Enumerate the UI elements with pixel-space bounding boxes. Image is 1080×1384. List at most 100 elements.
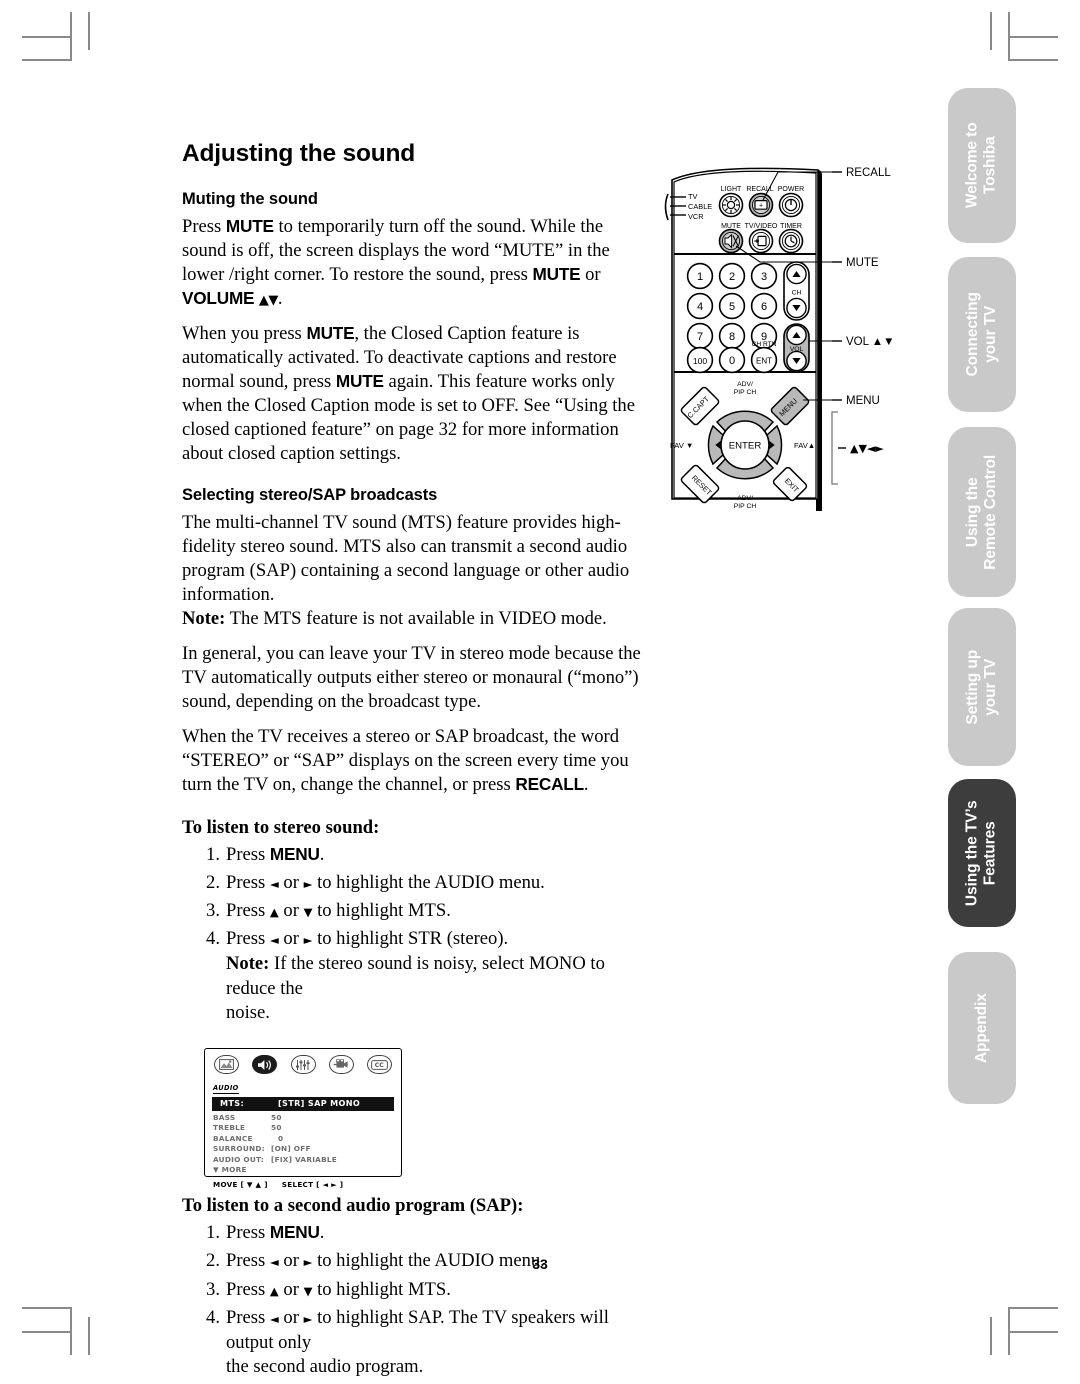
sidebar-tab-label: Using the Remote Control [963,454,1000,570]
procedure-steps-sap: Press MENU. Press ◄ or ► to highlight th… [182,1221,652,1380]
paragraph-stereo-note: Note: The MTS feature is not available i… [182,607,607,629]
volume-rocker: VOL [783,323,810,373]
svg-text:LIGHT: LIGHT [721,186,742,193]
callout-label-menu: MENU [846,395,880,407]
menu-row-label: AUDIO OUT: [213,1154,264,1164]
svg-text:4: 4 [697,301,703,313]
sidebar-tab-label: Welcome to Toshiba [963,122,999,209]
channel-rocker: CH [783,261,810,321]
menu-row-surround[interactable]: SURROUND: [ON] OFF [205,1144,401,1154]
svg-text:6: 6 [761,301,767,313]
sidebar-tab-welcome-to-toshiba[interactable]: Welcome to Toshiba [948,88,1016,243]
step-item: Press ▲ or ▼ to highlight MTS. [200,1278,451,1302]
crop-mark-bl-h [22,1307,72,1309]
menu-row-more[interactable]: ▼ MORE [205,1165,401,1175]
menu-row-label: BASS [213,1113,236,1123]
svg-text:2: 2 [729,271,735,283]
sidebar-tab-connecting-your-tv[interactable]: Connecting your TV [948,257,1016,412]
callout-label-vol: VOL ▲▼ [846,336,895,348]
svg-text:100: 100 [693,356,708,366]
svg-text:FAV ▼: FAV ▼ [670,441,693,450]
footer-select-hint: SELECT [ ◄ ► ] [281,1180,344,1190]
svg-text:ENT: ENT [756,356,772,365]
procedure-heading-sap: To listen to a second audio program (SAP… [182,1195,524,1217]
step-item: Press ◄ or ► to highlight SAP. The TV sp… [200,1306,609,1378]
callout-label-recall: RECALL [846,167,891,179]
closed-caption-icon: CC [367,1055,392,1075]
menu-row-audio-out[interactable]: AUDIO OUT: [FIX] VARIABLE [205,1155,401,1165]
menu-row-mts[interactable]: MTS: [STR] SAP MONO [212,1097,394,1112]
crop-mark-tl-edge [22,36,72,38]
menu-row-value: [STR] SAP MONO [278,1098,361,1109]
crop-mark-bl-edge [22,1331,72,1333]
menu-row-bass[interactable]: BASS 50 [205,1113,401,1123]
sidebar-tab-label: Connecting your TV [963,292,999,377]
svg-text:TV: TV [688,192,698,201]
sidebar-tabs: Welcome to Toshiba Connecting your TV Usin… [948,0,1018,1364]
footer-move-hint: MOVE [ ▼ ▲ ] [213,1180,268,1190]
audio-icon [252,1055,278,1075]
svg-text:CH: CH [792,289,802,296]
audio-menu-icon-row: CC [205,1049,401,1075]
crop-mark-tl-h [22,59,72,61]
step-item: Press ◄ or ► to highlight STR (stereo). N… [200,927,605,1024]
callout-label-mute: MUTE [846,257,879,269]
page-title: Adjusting the sound [182,140,416,167]
menu-row-value: [ON] OFF [271,1144,311,1154]
step-item: Press ▲ or ▼ to highlight MTS. [200,899,451,923]
crop-mark-bl-bleed [88,1317,90,1355]
crop-mark-tl-bleed [88,12,90,50]
paragraph-muting-1: Press MUTE to temporarily turn off the s… [182,216,610,309]
paragraph-muting-2: When you press MUTE, the Closed Caption … [182,322,635,464]
menu-row-label: BALANCE [213,1133,253,1143]
paragraph-stereo-3: When the TV receives a stereo or SAP bro… [182,725,629,795]
audio-menu-illustration: CC AUDIO MTS: [STR] SAP MONO BASS 50 TRE… [204,1048,402,1189]
svg-text:1: 1 [697,271,703,283]
sidebar-tab-using-the-tvs-features[interactable]: Using the TV’s Features [948,779,1016,927]
sidebar-tab-setting-up-your-tv[interactable]: Setting up your TV [948,608,1016,766]
audio-menu-footer: MOVE [ ▼ ▲ ] SELECT [ ◄ ► ] [205,1175,401,1189]
svg-text:5: 5 [729,301,735,313]
audio-menu-title: AUDIO [213,1084,239,1094]
menu-row-value: [FIX] VARIABLE [271,1154,338,1164]
svg-text:POWER: POWER [778,186,804,193]
svg-text:ENTER: ENTER [729,441,762,452]
numeric-keypad: 1 2 3 4 5 6 7 8 9 100 0 CH RTN ENT [686,262,778,374]
svg-text:0: 0 [729,355,735,367]
svg-text:PIP CH: PIP CH [734,503,757,510]
section-heading-muting: Muting the sound [182,190,318,208]
step-item: Press MENU. [200,1221,325,1245]
sidebar-tab-appendix[interactable]: Appendix [948,952,1016,1104]
menu-row-treble[interactable]: TREBLE 50 [205,1123,401,1133]
svg-text:ADV/: ADV/ [737,495,753,502]
video-icon [328,1055,354,1075]
menu-row-value: 50 [271,1123,282,1133]
svg-text:+: + [759,202,763,209]
svg-text:3: 3 [761,271,767,283]
svg-text:CC: CC [375,1062,385,1069]
settings-icon [290,1055,316,1075]
audio-menu-rows: MTS: [STR] SAP MONO BASS 50 TREBLE 50 BA… [205,1094,401,1175]
procedure-heading-stereo: To listen to stereo sound: [182,816,380,838]
callout-label-arrows: ▲▼◄► [850,442,884,455]
menu-row-label: MTS: [220,1098,245,1109]
picture-icon [214,1055,239,1075]
menu-row-balance[interactable]: BALANCE 0 [205,1134,401,1144]
step-item: Press MENU. [200,843,325,867]
menu-row-label: ▼ MORE [213,1164,247,1174]
svg-text:VCR: VCR [688,212,704,221]
svg-text:ADV/: ADV/ [737,381,753,388]
sidebar-tab-label: Setting up your TV [963,649,999,725]
svg-text:PIP CH: PIP CH [734,389,757,396]
svg-text:FAV▲: FAV▲ [794,441,815,450]
section-heading-stereo: Selecting stereo/SAP broadcasts [182,485,438,504]
paragraph-stereo-2: In general, you can leave your TV in ste… [182,642,641,712]
paragraph-stereo-1: The multi-channel TV sound (MTS) feature… [182,511,630,605]
svg-text:8: 8 [729,331,735,343]
procedure-steps-stereo: Press MENU. Press ◄ or ► to highlight th… [182,843,652,1027]
sidebar-tab-using-the-remote-control[interactable]: Using the Remote Control [948,427,1016,597]
menu-row-value: 0 [278,1133,284,1143]
page-content: Adjusting the sound Muting the sound Pre… [182,140,652,1384]
menu-row-label: TREBLE [213,1123,246,1133]
menu-row-value: 50 [271,1113,282,1123]
